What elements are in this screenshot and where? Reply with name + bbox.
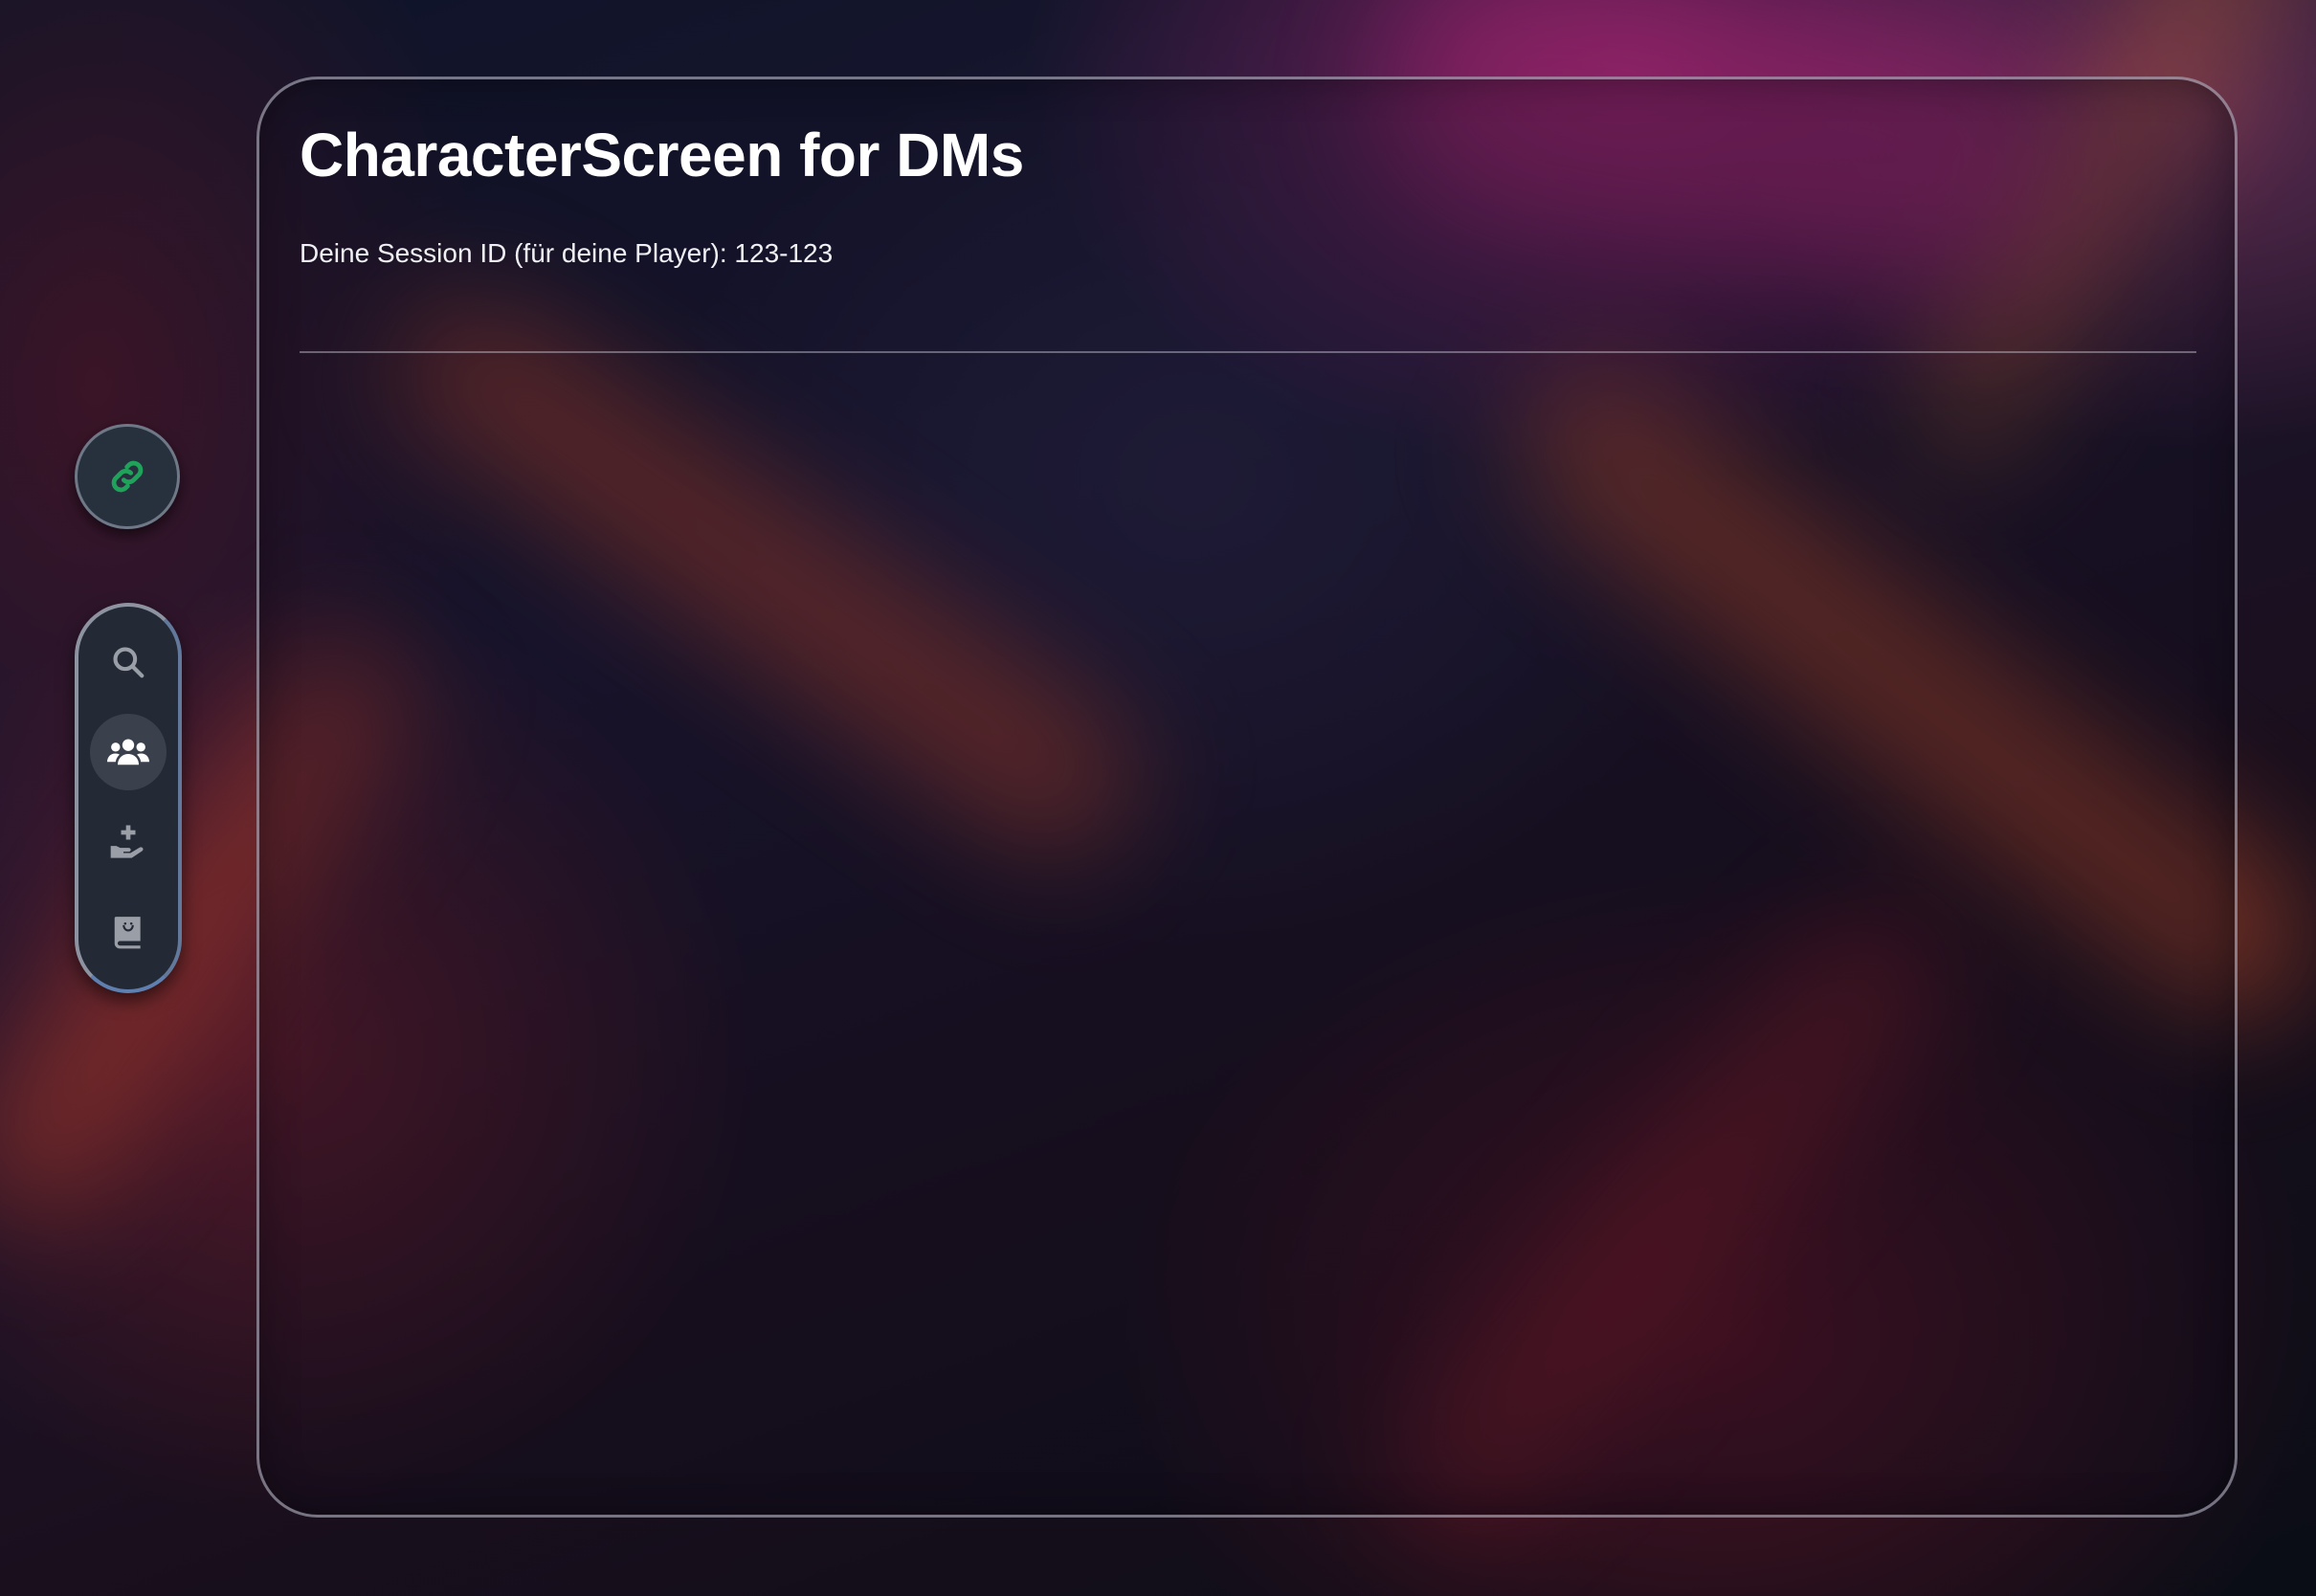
nav-item-players[interactable] (90, 714, 167, 790)
page-title: CharacterScreen for DMs (300, 121, 1024, 189)
nav-item-healing[interactable] (90, 804, 167, 880)
hand-holding-medical-icon (109, 823, 147, 861)
nav-item-book[interactable] (90, 894, 167, 970)
users-icon (107, 733, 149, 771)
sidebar-nav (75, 603, 182, 993)
divider (300, 351, 2196, 353)
book-icon (111, 914, 145, 950)
session-id-text: Deine Session ID (für deine Player): 123… (300, 238, 834, 268)
session-link-button[interactable] (75, 424, 180, 529)
main-panel: CharacterScreen for DMs Deine Session ID… (256, 77, 2238, 1518)
nav-item-search[interactable] (90, 624, 167, 700)
link-icon (106, 455, 148, 498)
search-icon (110, 644, 146, 680)
